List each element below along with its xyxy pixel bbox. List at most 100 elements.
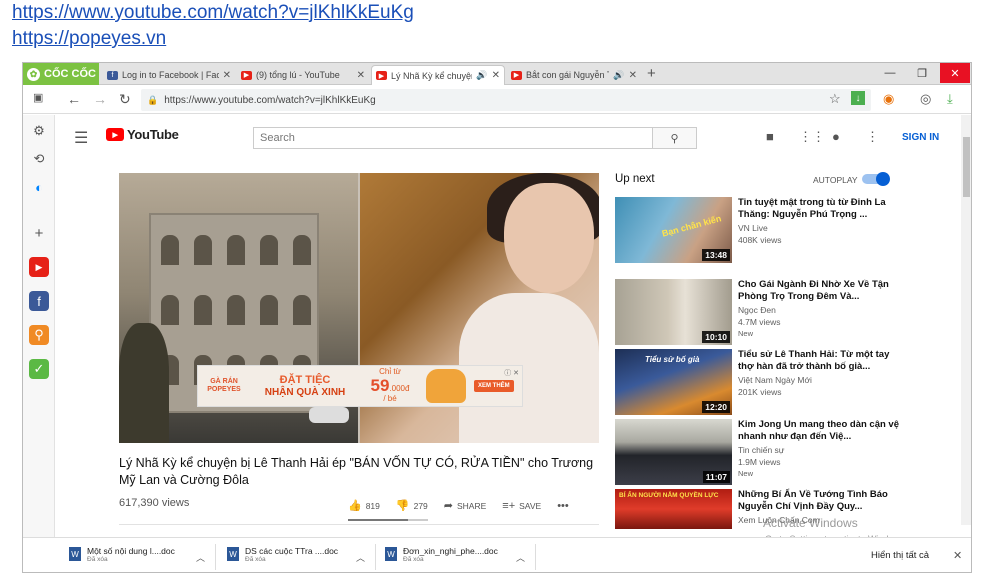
ad-cta-button[interactable]: XEM THÊM bbox=[474, 380, 514, 392]
history-icon[interactable]: ⟲ bbox=[29, 149, 49, 169]
reload-button[interactable]: ↻ bbox=[119, 91, 131, 108]
browser-window: ✿ CỐC CỐC f Log in to Facebook | Faceboo… bbox=[22, 62, 972, 573]
show-all-downloads-button[interactable]: Hiển thị tất cả bbox=[871, 550, 929, 561]
rec-title: Cho Gái Ngành Đi Nhờ Xe Về Tận Phòng Trọ… bbox=[738, 279, 889, 302]
close-icon[interactable]: ✕ bbox=[223, 70, 235, 81]
close-icon[interactable]: ✕ bbox=[357, 70, 369, 81]
video-thumbnail: BÍ ẨN NGƯỜI NẮM QUYỀN LỰC bbox=[615, 489, 732, 529]
settings-icon[interactable]: ⚙ bbox=[29, 121, 49, 141]
speaker-icon[interactable]: 🔊 bbox=[613, 70, 624, 81]
tab-label: Bắt con gái Nguyễn Thanh bbox=[526, 70, 609, 80]
ad-brand-logo: GÀ RÁN POPEYES bbox=[198, 366, 250, 406]
facebook-icon[interactable]: f bbox=[29, 291, 49, 311]
close-icon[interactable]: ✕ bbox=[629, 70, 641, 81]
download-item[interactable]: W DS các cuộc TTra ....doc Đã xóa bbox=[227, 546, 338, 563]
playlist-add-icon: ≡+ bbox=[502, 499, 516, 512]
messenger-icon[interactable]: ◐ bbox=[29, 177, 49, 197]
tab-label: (9) tổng lú - YouTube bbox=[256, 70, 340, 80]
tab-strip: ✿ CỐC CỐC f Log in to Facebook | Faceboo… bbox=[23, 63, 971, 85]
messages-icon[interactable]: ● bbox=[832, 129, 840, 144]
chevron-up-icon[interactable]: ︿ bbox=[356, 551, 365, 564]
savior-download-icon[interactable]: ↓ bbox=[851, 91, 865, 105]
more-actions-button[interactable]: ••• bbox=[557, 500, 569, 512]
coccoc-logo[interactable]: ✿ CỐC CỐC bbox=[23, 63, 99, 85]
thumbnail-caption: Tiểu sử bố già bbox=[645, 355, 700, 364]
youtube-url-link[interactable]: https://www.youtube.com/watch?v=jlKhlKkE… bbox=[12, 2, 414, 24]
up-next-item[interactable]: Bạn chân kiến 13:48 Tin tuyệt mật trong … bbox=[615, 197, 905, 265]
new-tab-button[interactable]: + bbox=[647, 65, 656, 82]
ad-brand-line1: GÀ RÁN bbox=[210, 378, 238, 386]
window bbox=[194, 235, 212, 265]
tab-facebook[interactable]: f Log in to Facebook | Facebook ✕ bbox=[103, 65, 235, 85]
youtube-icon[interactable]: ▶ bbox=[29, 257, 49, 277]
window-row bbox=[161, 235, 311, 265]
ad-price: Chỉ từ 59.000đ / bé bbox=[360, 367, 420, 404]
dislike-button[interactable]: 👎 279 bbox=[396, 499, 428, 512]
profile-icon[interactable]: ◎ bbox=[920, 91, 931, 107]
video-duration: 12:20 bbox=[702, 401, 730, 413]
up-next-item[interactable]: 11:07 Kim Jong Un mang theo dàn cận vệ n… bbox=[615, 419, 905, 487]
rec-views: 201K views bbox=[738, 387, 782, 397]
minimize-button[interactable]: — bbox=[875, 63, 905, 83]
menu-icon[interactable]: ☰ bbox=[74, 128, 88, 148]
upload-video-icon[interactable]: ■ bbox=[766, 129, 774, 144]
coccoc-icon[interactable]: ✓ bbox=[29, 359, 49, 379]
search-input[interactable]: Search bbox=[253, 127, 653, 149]
coccoc-extension-icon[interactable]: ◉ bbox=[883, 91, 894, 107]
window bbox=[260, 235, 278, 265]
divider bbox=[535, 544, 536, 570]
ad-price-big: 59 bbox=[370, 375, 390, 395]
scrollbar-thumb[interactable] bbox=[963, 137, 970, 197]
add-icon[interactable]: + bbox=[29, 223, 49, 243]
like-dislike-bar bbox=[348, 519, 428, 521]
tab-active-video[interactable]: ▶ Lý Nhã Kỳ kể chuyện bị Lê Thanh Hải ép… bbox=[371, 65, 505, 85]
apps-grid-icon[interactable]: ⋮⋮ bbox=[799, 129, 825, 145]
activate-windows-title: Activate Windows bbox=[763, 516, 858, 530]
search-icon[interactable]: ⚲ bbox=[29, 325, 49, 345]
download-item[interactable]: W Một số nội dung l....doc Đã xóa bbox=[69, 546, 175, 563]
tab-youtube-tong-lu[interactable]: ▶ (9) tổng lú - YouTube ✕ bbox=[237, 65, 369, 85]
chevron-up-icon[interactable]: ︿ bbox=[196, 551, 205, 564]
search-icon: ⚲ bbox=[670, 132, 679, 145]
speaker-icon[interactable]: 🔊 bbox=[476, 70, 487, 81]
rec-channel: VN Live bbox=[738, 223, 768, 233]
ad-headline: ĐẶT TIỆC NHẬN QUÀ XINH bbox=[250, 374, 360, 398]
chevron-up-icon[interactable]: ︿ bbox=[516, 551, 525, 564]
address-input[interactable]: 🔒 https://www.youtube.com/watch?v=jlKhlK… bbox=[141, 89, 871, 111]
more-options-icon[interactable]: ⋮ bbox=[866, 129, 879, 145]
more-horizontal-icon: ••• bbox=[557, 499, 569, 512]
video-duration: 13:48 bbox=[702, 249, 730, 261]
up-next-item[interactable]: Tiểu sử bố già 12:20 Tiểu sử Lê Thanh Hả… bbox=[615, 349, 905, 417]
youtube-logo[interactable]: ▶ YouTube bbox=[106, 127, 179, 142]
download-item[interactable]: W Đơn_xin_nghi_phe....doc Đã xóa bbox=[385, 546, 498, 563]
save-label: SAVE bbox=[519, 500, 542, 511]
video-thumbnail: Bạn chân kiến 13:48 bbox=[615, 197, 732, 263]
like-button[interactable]: 👍 819 bbox=[348, 499, 380, 512]
overlay-ad-banner[interactable]: GÀ RÁN POPEYES ĐẶT TIỆC NHẬN QUÀ XINH Ch… bbox=[197, 365, 523, 407]
autoplay-toggle[interactable] bbox=[862, 172, 890, 186]
restore-button[interactable]: ❐ bbox=[907, 63, 937, 83]
sign-in-button[interactable]: SIGN IN bbox=[902, 132, 939, 143]
popeyes-url-link[interactable]: https://popeyes.vn bbox=[12, 28, 166, 50]
sidebar-toggle-icon[interactable]: ▣ bbox=[33, 91, 43, 104]
back-button[interactable]: ← bbox=[67, 91, 81, 107]
bookmark-star-icon[interactable]: ☆ bbox=[829, 91, 841, 107]
close-icon[interactable]: ✕ bbox=[953, 549, 962, 562]
window-close-button[interactable]: ✕ bbox=[940, 63, 970, 83]
up-next-item[interactable]: 10:10 Cho Gái Ngành Đi Nhờ Xe Về Tận Phò… bbox=[615, 279, 905, 347]
download-icon[interactable]: ⤓ bbox=[947, 91, 953, 107]
search-button[interactable]: ⚲ bbox=[653, 127, 697, 149]
rec-badge: New bbox=[738, 469, 754, 478]
tab-youtube-bat-con-gai[interactable]: ▶ Bắt con gái Nguyễn Thanh 🔊 ✕ bbox=[507, 65, 641, 85]
ad-price-suffix: .000đ bbox=[389, 383, 410, 393]
share-button[interactable]: ➦ SHARE bbox=[444, 499, 487, 512]
page-scrollbar[interactable] bbox=[961, 115, 971, 525]
youtube-icon: ▶ bbox=[376, 71, 387, 80]
ad-close-icon[interactable]: ⓘ ✕ bbox=[504, 368, 519, 378]
forward-button[interactable]: → bbox=[93, 91, 107, 107]
save-button[interactable]: ≡+ SAVE bbox=[502, 500, 541, 512]
window bbox=[260, 295, 278, 325]
close-icon[interactable]: ✕ bbox=[492, 70, 504, 81]
video-duration: 11:07 bbox=[702, 471, 730, 483]
video-player[interactable]: GÀ RÁN POPEYES ĐẶT TIỆC NHẬN QUÀ XINH Ch… bbox=[119, 173, 599, 443]
